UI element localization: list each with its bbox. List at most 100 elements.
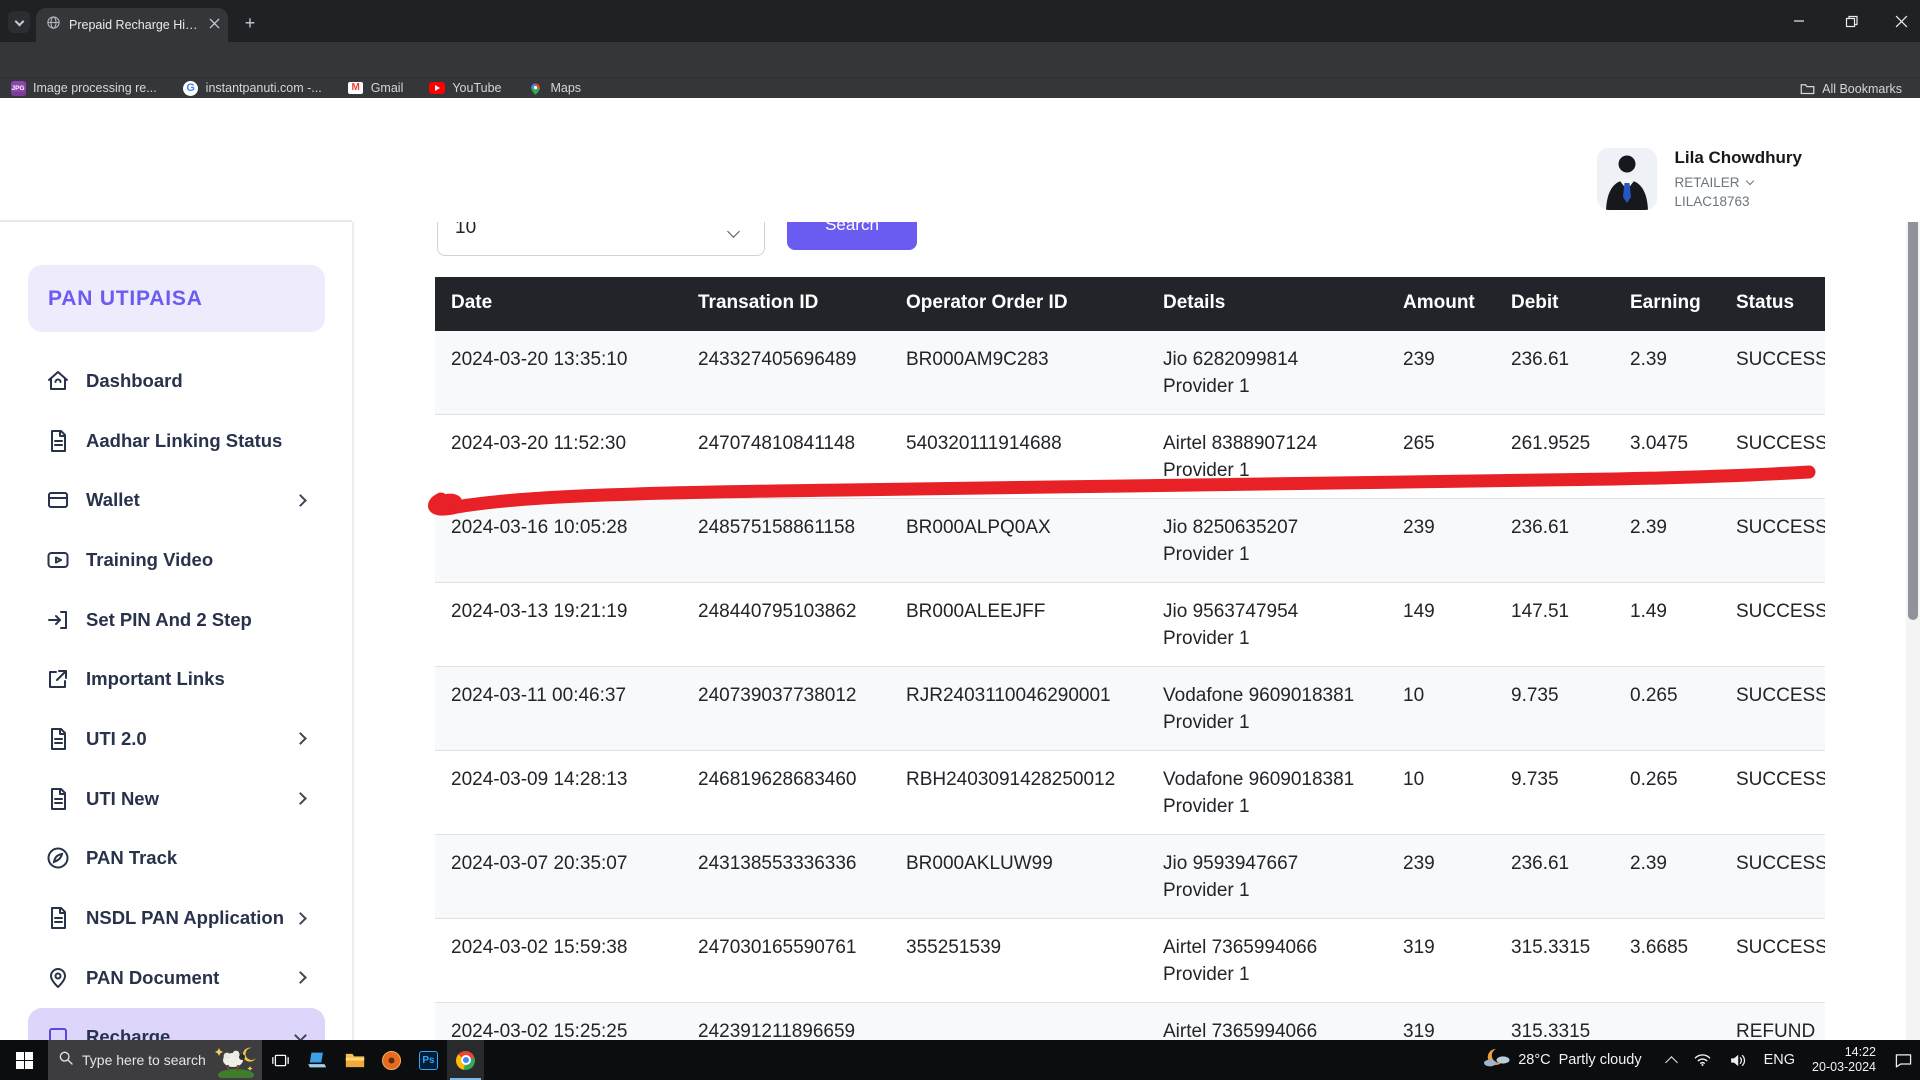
sidebar-item-icon xyxy=(45,487,71,513)
cell-operator-order-id: RJR2403110046290001 xyxy=(890,667,1147,750)
globe-favicon-icon xyxy=(46,15,61,35)
sidebar-item-icon xyxy=(45,965,71,991)
sidebar-item[interactable]: UTI New xyxy=(28,769,325,829)
taskbar-clock[interactable]: 14:22 20-03-2024 xyxy=(1812,1045,1876,1075)
cell-amount: 10 xyxy=(1387,751,1495,834)
table-header-row: Date Transation ID Operator Order ID Det… xyxy=(435,277,1825,331)
cell-details-line2: Provider 1 xyxy=(1163,709,1387,736)
bookmark-item[interactable]: M Gmail xyxy=(348,80,404,96)
cell-details-line2: Provider 1 xyxy=(1163,457,1387,484)
sidebar-nav: Dashboard Aadhar Linking Status Wallet T… xyxy=(28,351,325,1067)
cell-details-line1: Airtel 7365994066 xyxy=(1163,934,1387,961)
language-indicator[interactable]: ENG xyxy=(1764,1052,1795,1068)
taskbar-chrome[interactable] xyxy=(447,1040,484,1080)
daily-animal-image[interactable] xyxy=(214,1042,260,1080)
tab-title: Prepaid Recharge History xyxy=(69,18,201,32)
cell-date: 2024-03-02 15:59:38 xyxy=(435,919,682,1002)
page-scrollbar-track[interactable] xyxy=(1906,98,1920,1040)
volume-icon[interactable] xyxy=(1729,1053,1746,1068)
wifi-icon[interactable] xyxy=(1694,1053,1711,1067)
table-row: 2024-03-20 13:35:10 243327405696489 BR00… xyxy=(435,331,1825,415)
cell-earning: 2.39 xyxy=(1614,499,1720,582)
sidebar-item[interactable]: PAN Document xyxy=(28,948,325,1008)
user-card[interactable]: Lila Chowdhury RETAILER LILAC18763 xyxy=(1597,148,1803,210)
tab-search-button[interactable] xyxy=(8,11,30,33)
new-tab-button[interactable]: + xyxy=(240,13,260,33)
taskbar-search-box[interactable]: Type here to search xyxy=(48,1040,262,1080)
cell-amount: 265 xyxy=(1387,415,1495,498)
chevron-icon xyxy=(294,733,307,746)
sidebar-item[interactable]: UTI 2.0 xyxy=(28,709,325,769)
taskbar-weather[interactable]: 28°C Partly cloudy xyxy=(1482,1047,1641,1074)
tray-expand-icon[interactable] xyxy=(1667,1054,1676,1067)
sidebar-item[interactable]: Aadhar Linking Status xyxy=(28,411,325,471)
cell-transaction-id: 247030165590761 xyxy=(682,919,890,1002)
window-restore-button[interactable] xyxy=(1834,10,1868,32)
cell-operator-order-id: 355251539 xyxy=(890,919,1147,1002)
cell-earning: 3.0475 xyxy=(1614,415,1720,498)
user-name: Lila Chowdhury xyxy=(1675,148,1803,168)
cell-details-line1: Vodafone 9609018381 xyxy=(1163,682,1387,709)
cell-details-line1: Jio 8250635207 xyxy=(1163,514,1387,541)
sidebar-item[interactable]: Wallet xyxy=(28,470,325,530)
browser-tab[interactable]: Prepaid Recharge History xyxy=(36,8,228,42)
bookmarks-bar: JPG Image processing re... G instantpanu… xyxy=(0,77,1920,98)
chevron-icon xyxy=(294,971,307,984)
clock-time: 14:22 xyxy=(1812,1045,1876,1060)
bookmark-item[interactable]: Maps xyxy=(527,80,581,96)
sidebar-item[interactable]: Important Links xyxy=(28,649,325,709)
cell-earning: 0.265 xyxy=(1614,751,1720,834)
sidebar-item[interactable]: PAN Track xyxy=(28,829,325,889)
cell-debit: 261.9525 xyxy=(1495,415,1614,498)
sidebar-item[interactable]: Training Video xyxy=(28,530,325,590)
taskbar-photoshop[interactable]: Ps xyxy=(410,1040,447,1080)
weather-icon xyxy=(1482,1047,1510,1074)
bookmark-item[interactable]: G instantpanuti.com -... xyxy=(183,80,322,96)
sidebar-item-icon xyxy=(45,786,71,812)
sidebar-item[interactable]: Dashboard xyxy=(28,351,325,411)
cell-status: SUCCESS xyxy=(1720,667,1825,750)
column-header: Date xyxy=(435,277,682,331)
recharge-history-table: Date Transation ID Operator Order ID Det… xyxy=(435,277,1825,1080)
cell-details: Jio 6282099814 Provider 1 xyxy=(1147,331,1387,414)
chevron-icon xyxy=(294,912,307,925)
sidebar-item-icon xyxy=(45,607,71,633)
all-bookmarks-button[interactable]: All Bookmarks xyxy=(1799,78,1902,99)
tab-close-icon[interactable] xyxy=(209,16,220,34)
taskbar-pc-app[interactable] xyxy=(299,1040,336,1080)
sidebar-item-icon xyxy=(45,905,71,931)
task-view-button[interactable] xyxy=(262,1040,299,1080)
taskbar-file-explorer[interactable] xyxy=(336,1040,373,1080)
table-row: 2024-03-02 15:59:38 247030165590761 3552… xyxy=(435,919,1825,1003)
page-scrollbar-thumb[interactable] xyxy=(1908,190,1918,620)
cell-transaction-id: 247074810841148 xyxy=(682,415,890,498)
taskbar-orange-app[interactable] xyxy=(373,1040,410,1080)
cell-status: SUCCESS xyxy=(1720,415,1825,498)
bookmark-label: Image processing re... xyxy=(33,81,157,95)
sidebar-item[interactable]: Set PIN And 2 Step xyxy=(28,590,325,650)
sidebar-item-label: UTI New xyxy=(86,788,296,810)
cell-transaction-id: 248440795103862 xyxy=(682,583,890,666)
window-close-button[interactable] xyxy=(1884,10,1918,32)
cell-earning: 2.39 xyxy=(1614,331,1720,414)
notification-center-icon[interactable] xyxy=(1895,1053,1912,1068)
brand-box[interactable]: PAN UTIPAISA xyxy=(28,265,325,332)
column-header: Transation ID xyxy=(682,277,890,331)
cell-amount: 319 xyxy=(1387,919,1495,1002)
window-minimize-button[interactable] xyxy=(1782,10,1816,32)
bookmark-favicon-icon xyxy=(527,80,543,96)
chevron-down-icon xyxy=(14,16,24,26)
cell-date: 2024-03-13 19:21:19 xyxy=(435,583,682,666)
search-icon xyxy=(48,1050,74,1071)
start-button[interactable] xyxy=(0,1040,48,1080)
all-bookmarks-label: All Bookmarks xyxy=(1822,82,1902,96)
cell-transaction-id: 243327405696489 xyxy=(682,331,890,414)
sidebar-item[interactable]: NSDL PAN Application xyxy=(28,888,325,948)
cell-date: 2024-03-09 14:28:13 xyxy=(435,751,682,834)
bookmark-favicon-icon xyxy=(429,80,445,96)
bookmark-item[interactable]: YouTube xyxy=(429,80,501,96)
cell-amount: 149 xyxy=(1387,583,1495,666)
cell-earning: 1.49 xyxy=(1614,583,1720,666)
bookmark-item[interactable]: JPG Image processing re... xyxy=(10,80,157,96)
cell-operator-order-id: BR000ALEEJFF xyxy=(890,583,1147,666)
